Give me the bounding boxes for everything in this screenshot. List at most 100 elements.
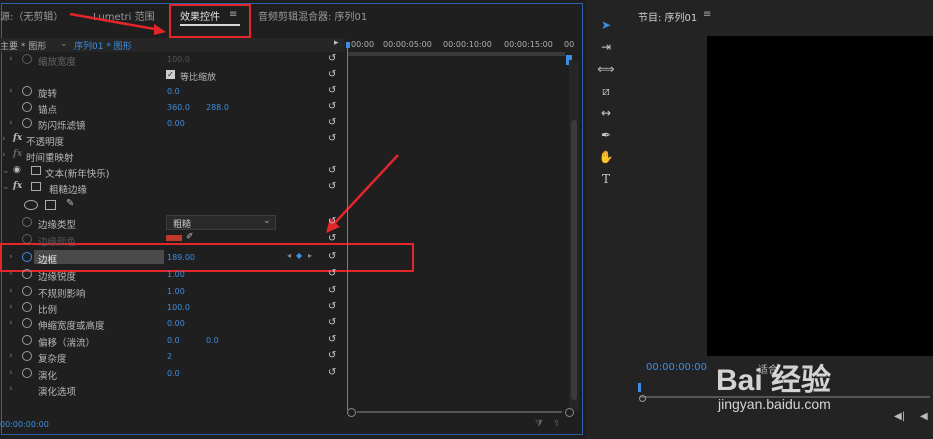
program-video-frame[interactable] [707, 36, 933, 356]
step-back-icon[interactable]: ◀| [894, 411, 905, 422]
reset-icon[interactable]: ↺ [328, 165, 336, 176]
property-value[interactable]: 0.0 [167, 87, 180, 96]
slip-tool-icon[interactable]: ↔ [596, 106, 616, 124]
scroll-handle-left[interactable] [347, 408, 356, 417]
scroll-thumb[interactable] [571, 120, 577, 400]
property-value[interactable]: 1.00 [167, 287, 185, 296]
property-value[interactable]: 100.0 [167, 303, 190, 312]
reset-icon[interactable]: ↺ [328, 69, 336, 80]
property-value-y[interactable]: 288.0 [206, 103, 229, 112]
fx-icon[interactable]: fx [13, 181, 22, 191]
reset-icon[interactable]: ↺ [328, 53, 336, 64]
eyedropper-icon[interactable]: ✐ [186, 232, 194, 242]
reset-icon[interactable]: ↺ [328, 85, 336, 96]
property-value-x[interactable]: 360.0 [167, 103, 190, 112]
horizontal-scroll[interactable] [347, 408, 575, 417]
play-icon[interactable]: ◀ [920, 411, 928, 422]
scroll-handle-right[interactable] [565, 408, 574, 417]
pen-mask-icon[interactable]: ✎ [66, 198, 74, 209]
chevron-right-icon[interactable]: › [9, 54, 13, 64]
property-value[interactable]: 1.00 [167, 270, 185, 279]
chevron-right-icon[interactable]: › [9, 351, 13, 361]
chevron-right-icon[interactable]: › [9, 286, 13, 296]
chevron-right-icon[interactable]: › [9, 302, 13, 312]
stopwatch-icon[interactable] [22, 302, 32, 312]
mini-timeline-ruler[interactable]: 00:00 00:00:05:00 00:00:10:00 00:00:15:0… [347, 38, 581, 52]
stopwatch-icon[interactable] [22, 252, 32, 262]
chevron-down-icon[interactable]: ⌄ [60, 39, 68, 49]
track-select-tool-icon[interactable]: ⇥ [596, 40, 616, 58]
chevron-right-icon[interactable]: › [2, 134, 6, 144]
stopwatch-icon[interactable] [22, 368, 32, 378]
property-value[interactable]: 0.0 [167, 369, 180, 378]
reset-icon[interactable]: ↺ [328, 233, 336, 244]
property-value-y[interactable]: 0.0 [206, 336, 219, 345]
fx-icon[interactable]: fx [13, 149, 22, 159]
reset-icon[interactable]: ↺ [328, 367, 336, 378]
chevron-right-icon[interactable]: › [9, 252, 13, 262]
razor-tool-icon[interactable]: ⧄ [596, 84, 616, 102]
chevron-right-icon[interactable]: › [9, 86, 13, 96]
reset-icon[interactable]: ↺ [328, 251, 336, 262]
property-value[interactable]: 189.00 [167, 253, 195, 262]
work-area-bar[interactable] [347, 52, 565, 56]
master-clip-label[interactable]: 主要 * 图形 [0, 39, 46, 52]
pen-tool-icon[interactable]: ✒ [596, 128, 616, 146]
play-triangle-icon[interactable]: ▸ [334, 38, 339, 48]
chevron-right-icon[interactable]: › [9, 384, 13, 394]
export-icon[interactable]: ⇪ [553, 419, 561, 429]
reset-icon[interactable]: ↺ [328, 117, 336, 128]
stopwatch-icon[interactable] [22, 86, 32, 96]
eye-icon[interactable]: ◉ [13, 165, 21, 175]
current-timecode[interactable]: 00:00:00:00 [0, 420, 49, 429]
chevron-right-icon[interactable]: › [9, 269, 13, 279]
transform-icon[interactable] [31, 166, 41, 175]
ripple-edit-tool-icon[interactable]: ⟺ [596, 62, 616, 80]
type-tool-icon[interactable]: T [596, 172, 616, 190]
reset-icon[interactable]: ↺ [328, 216, 336, 227]
reset-icon[interactable]: ↺ [328, 350, 336, 361]
add-keyframe-icon[interactable]: ◆ [296, 251, 302, 260]
edge-type-dropdown[interactable]: 粗糙 ⌄ [166, 215, 276, 230]
chevron-down-icon[interactable]: ⌄ [2, 166, 10, 176]
property-value[interactable]: 2 [167, 352, 172, 361]
vertical-scrollbar[interactable] [569, 60, 579, 410]
stopwatch-icon[interactable] [22, 54, 32, 64]
stopwatch-icon[interactable] [22, 118, 32, 128]
property-value[interactable]: 100.0 [167, 55, 190, 64]
rectangle-mask-icon[interactable] [45, 200, 56, 210]
program-title[interactable]: 节目: 序列01 [638, 9, 697, 24]
sequence-clip-label[interactable]: 序列01 * 图形 [74, 39, 132, 52]
selection-tool-icon[interactable]: ➤ [596, 18, 616, 36]
filter-icon[interactable]: ⧩ [535, 419, 543, 429]
stopwatch-icon[interactable] [22, 318, 32, 328]
stopwatch-icon[interactable] [22, 286, 32, 296]
stopwatch-icon[interactable] [22, 335, 32, 345]
stopwatch-icon[interactable] [22, 269, 32, 279]
ellipse-mask-icon[interactable] [24, 200, 38, 210]
program-timecode[interactable]: 00:00:00:00 [646, 362, 707, 373]
reset-icon[interactable]: ↺ [328, 181, 336, 192]
property-value[interactable]: 0.00 [167, 319, 185, 328]
stopwatch-icon[interactable] [22, 234, 32, 244]
reset-icon[interactable]: ↺ [328, 334, 336, 345]
checkbox-checked[interactable]: ✓ [166, 70, 175, 79]
reset-icon[interactable]: ↺ [328, 133, 336, 144]
reset-icon[interactable]: ↺ [328, 101, 336, 112]
reset-icon[interactable]: ↺ [328, 317, 336, 328]
program-playhead[interactable] [638, 383, 641, 392]
fx-icon[interactable]: fx [13, 133, 22, 143]
stopwatch-icon[interactable] [22, 351, 32, 361]
transform-icon[interactable] [31, 182, 41, 191]
chevron-right-icon[interactable]: › [2, 150, 6, 160]
scroll-handle-left[interactable] [639, 395, 646, 402]
hand-tool-icon[interactable]: ✋ [596, 150, 616, 168]
chevron-right-icon[interactable]: › [9, 368, 13, 378]
next-keyframe-icon[interactable]: ▸ [308, 251, 312, 260]
color-swatch[interactable] [166, 235, 182, 241]
reset-icon[interactable]: ↺ [328, 268, 336, 279]
property-value-x[interactable]: 0.0 [167, 336, 180, 345]
property-value[interactable]: 0.00 [167, 119, 185, 128]
reset-icon[interactable]: ↺ [328, 285, 336, 296]
chevron-right-icon[interactable]: › [9, 318, 13, 328]
